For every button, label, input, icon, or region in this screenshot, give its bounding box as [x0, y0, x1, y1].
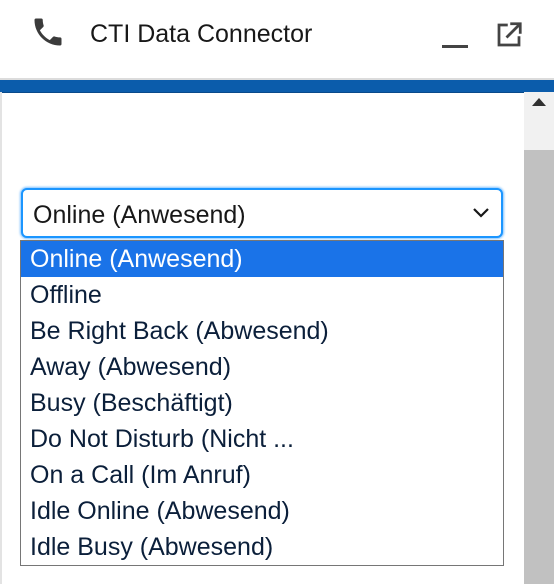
- status-option-idle-online[interactable]: Idle Online (Abwesend): [21, 493, 503, 529]
- status-select[interactable]: Online (Anwesend): [21, 188, 503, 238]
- window-title: CTI Data Connector: [90, 20, 313, 48]
- status-option-busy[interactable]: Busy (Beschäftigt): [21, 385, 503, 421]
- scrollbar[interactable]: [524, 92, 554, 584]
- header: CTI Data Connector: [0, 0, 554, 81]
- status-option-offline[interactable]: Offline: [21, 277, 503, 313]
- panel-left-edge: [0, 92, 2, 584]
- status-option-away[interactable]: Away (Abwesend): [21, 349, 503, 385]
- minimize-icon: [442, 45, 468, 48]
- status-select-value: Online (Anwesend): [33, 201, 246, 229]
- scrollbar-thumb[interactable]: [524, 150, 554, 584]
- accent-band: [0, 80, 554, 93]
- cti-data-connector-window: CTI Data Connector Online (Anwesend) Onl…: [0, 0, 554, 584]
- chevron-down-icon: [473, 208, 489, 218]
- status-option-idle-busy[interactable]: Idle Busy (Abwesend): [21, 529, 503, 565]
- popout-icon[interactable]: [494, 20, 524, 50]
- status-option-be-right-back[interactable]: Be Right Back (Abwesend): [21, 313, 503, 349]
- status-option-on-a-call[interactable]: On a Call (Im Anruf): [21, 457, 503, 493]
- status-option-online[interactable]: Online (Anwesend): [21, 241, 503, 277]
- scroll-up-arrow-icon[interactable]: [524, 92, 554, 114]
- minimize-button[interactable]: [438, 18, 470, 52]
- phone-icon: [34, 18, 62, 46]
- status-options-list: Online (Anwesend) Offline Be Right Back …: [20, 240, 504, 566]
- status-option-do-not-disturb[interactable]: Do Not Disturb (Nicht ...: [21, 421, 503, 457]
